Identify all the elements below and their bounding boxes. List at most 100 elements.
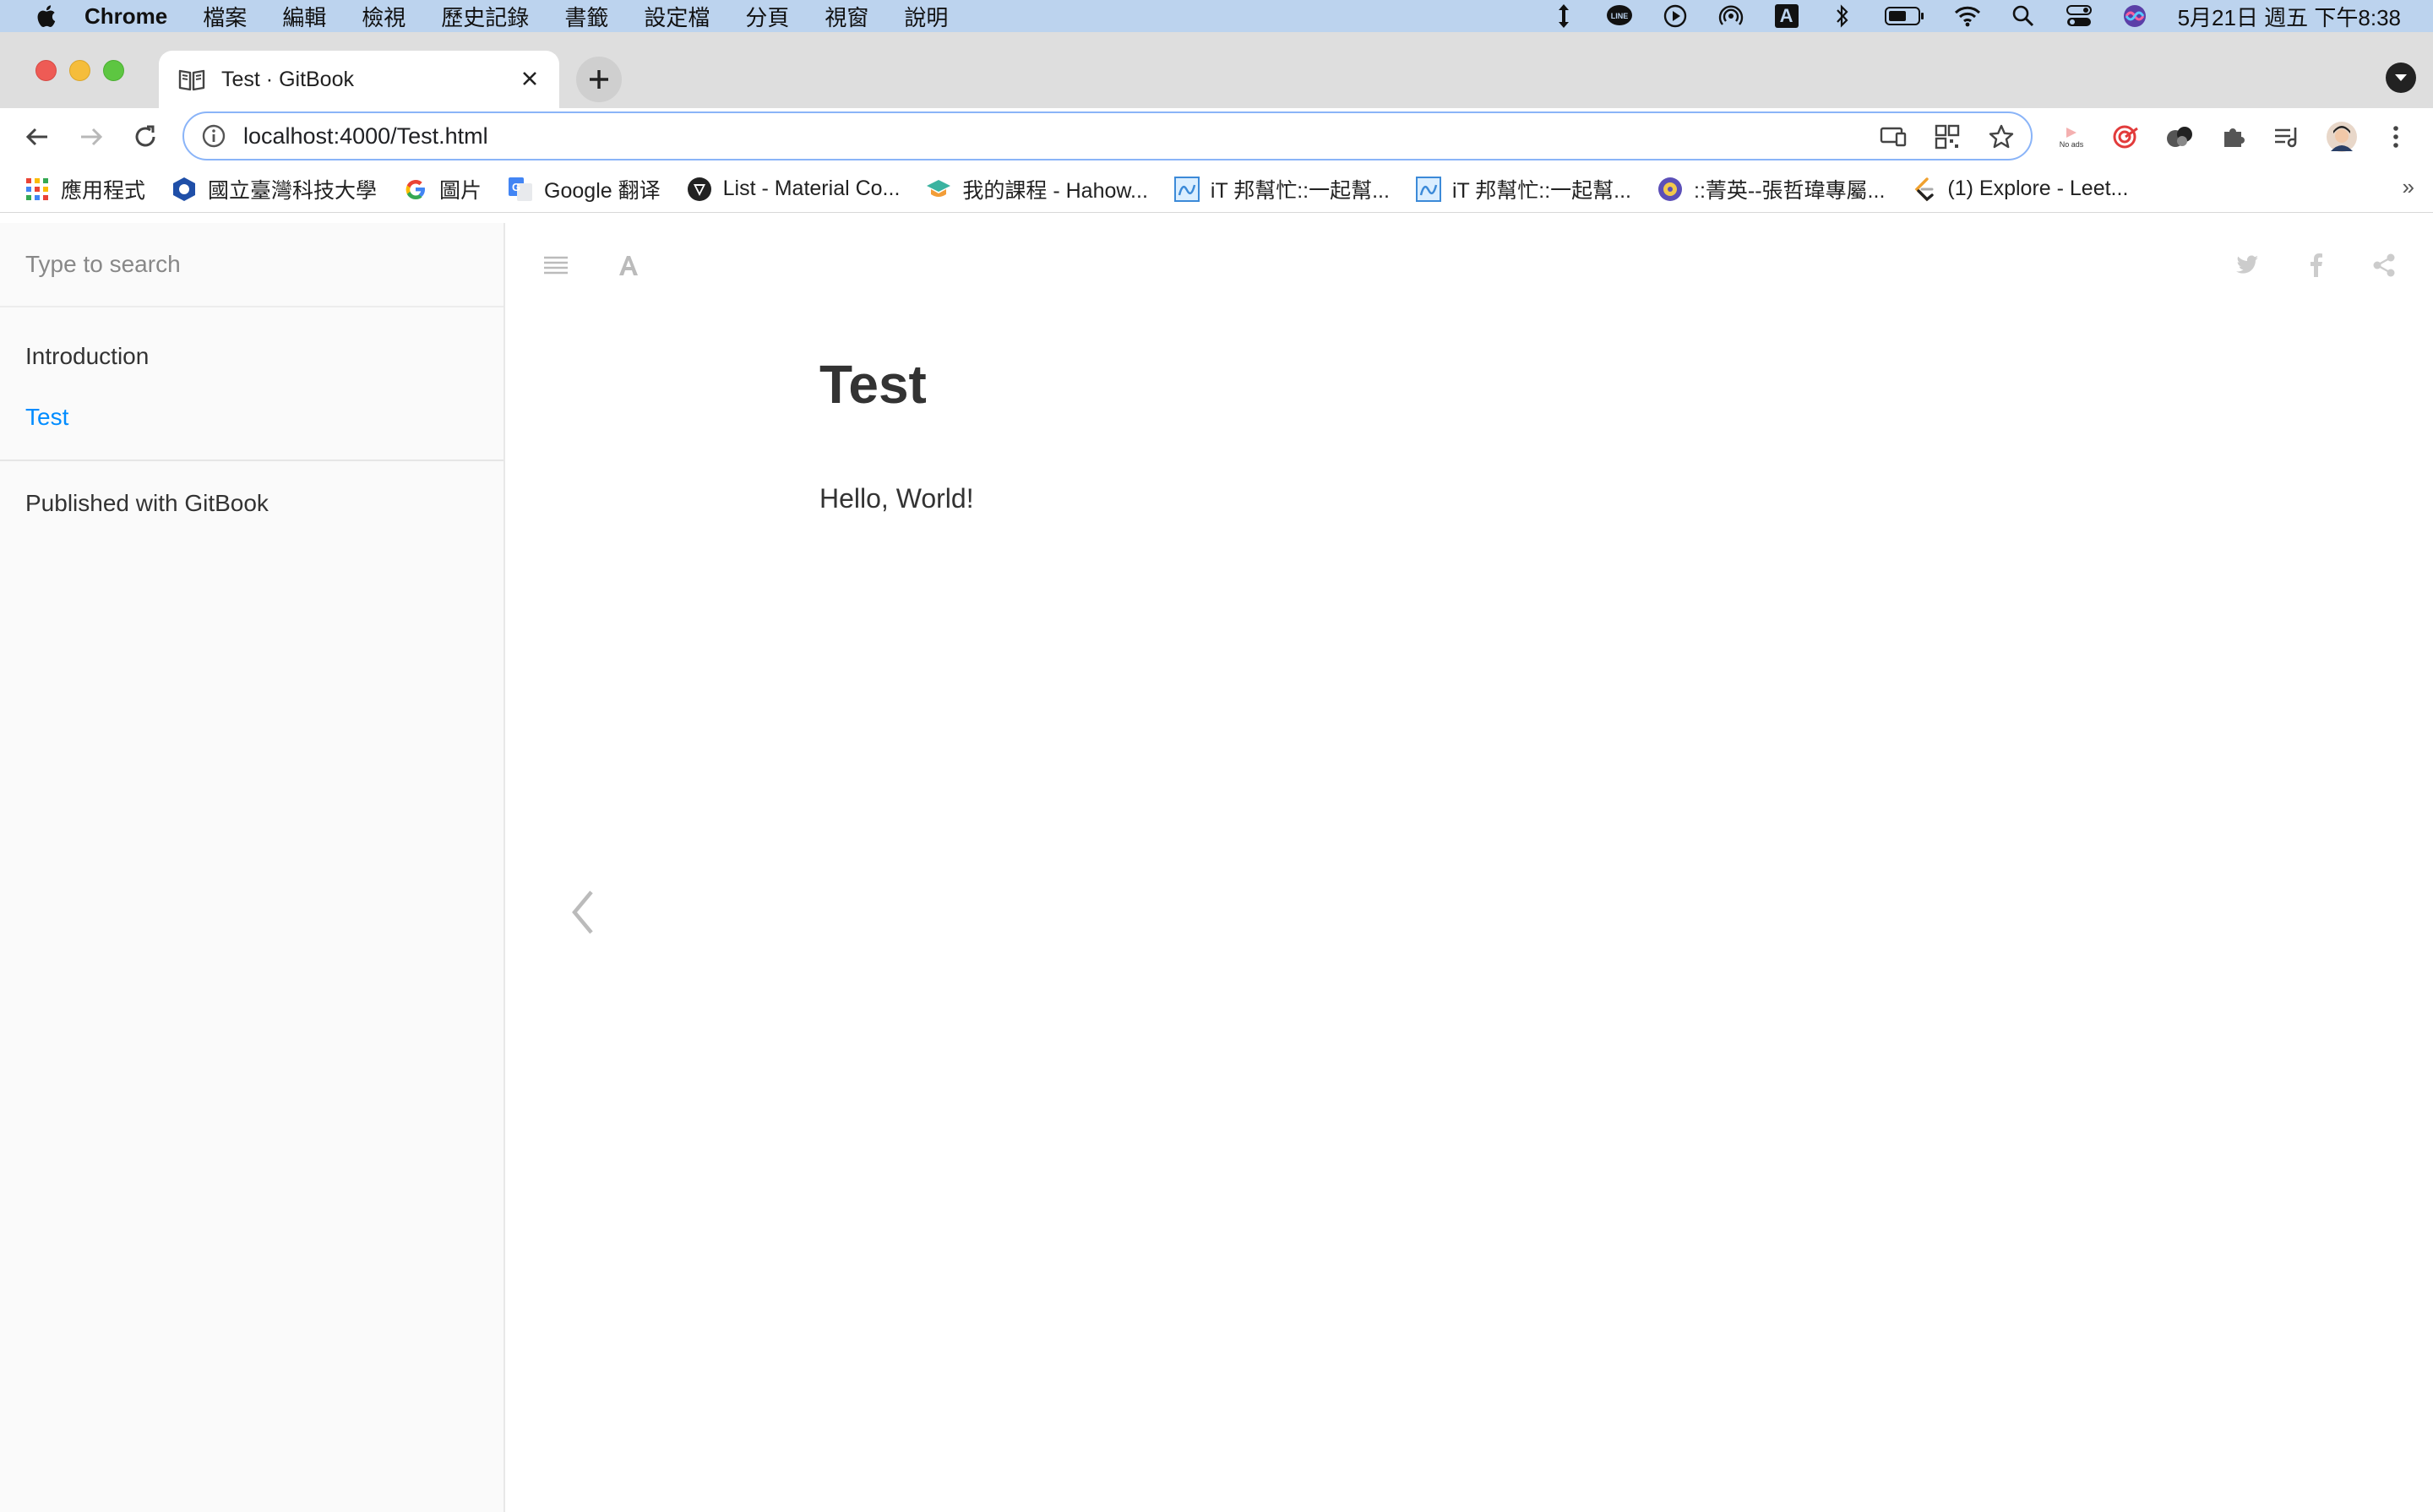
apple-logo-icon[interactable] — [35, 3, 59, 29]
back-button[interactable] — [20, 120, 54, 154]
window-minimize-button[interactable] — [69, 60, 90, 81]
menu-window[interactable]: 視窗 — [825, 1, 868, 32]
tab-strip: Test · GitBook — [0, 32, 2433, 108]
extension-circles-button[interactable] — [2163, 120, 2196, 154]
extensions-menu-button[interactable] — [2217, 120, 2251, 154]
window-zoom-button[interactable] — [103, 60, 124, 81]
share-icon — [2373, 253, 2395, 277]
leetcode-icon — [1910, 176, 1937, 203]
bookmark-google-translate[interactable]: G Google 翻译 — [507, 174, 661, 204]
share-facebook-button[interactable] — [2301, 250, 2332, 280]
elite-icon — [1657, 176, 1684, 203]
arrows-icon[interactable] — [1549, 3, 1578, 29]
spotlight-icon[interactable] — [2009, 3, 2038, 29]
bookmarks-overflow-button[interactable]: » — [2403, 174, 2414, 200]
toggle-sidebar-button[interactable] — [541, 250, 571, 280]
share-twitter-button[interactable] — [2232, 250, 2262, 280]
chrome-menu-button[interactable] — [2379, 120, 2413, 154]
line-icon[interactable]: LINE — [1605, 3, 1634, 29]
profile-avatar-button[interactable] — [2325, 120, 2359, 154]
bookmark-ithome-2[interactable]: iT 邦幫忙::一起幫... — [1415, 174, 1631, 204]
book-summary: Introduction Test — [0, 307, 503, 461]
bookmark-google-images[interactable]: 圖片 — [402, 174, 482, 204]
extension-noads-button[interactable]: No ads — [2055, 120, 2088, 154]
book-sidebar: Introduction Test Published with GitBook — [0, 223, 505, 1512]
hahow-icon — [925, 176, 952, 203]
forward-button[interactable] — [74, 120, 108, 154]
menu-profiles[interactable]: 設定檔 — [644, 1, 710, 32]
airdrop-icon[interactable] — [1717, 3, 1745, 29]
battery-icon[interactable] — [1884, 3, 1926, 29]
menu-history[interactable]: 歷史記錄 — [441, 1, 529, 32]
book-header — [507, 223, 2433, 307]
google-translate-icon: G — [507, 176, 534, 203]
site-info-icon[interactable] — [201, 123, 226, 149]
svg-text:LINE: LINE — [1610, 12, 1628, 20]
wifi-icon[interactable] — [1953, 3, 1982, 29]
bookmark-elite[interactable]: ::菁英--張哲瑋專屬... — [1657, 174, 1885, 204]
address-bar-actions — [1853, 123, 2016, 150]
twitter-icon — [2236, 255, 2258, 274]
noads-label: No ads — [2059, 140, 2084, 149]
bookmark-star-icon[interactable] — [1987, 123, 2016, 150]
bookmark-label: 我的課程 - Hahow... — [962, 178, 1148, 203]
tab-close-icon[interactable] — [517, 66, 542, 91]
bookmark-ithome-1[interactable]: iT 邦幫忙::一起幫... — [1173, 174, 1390, 204]
menu-view[interactable]: 檢視 — [362, 1, 406, 32]
bookmark-apps[interactable]: 應用程式 — [24, 174, 145, 204]
font-settings-button[interactable] — [613, 250, 644, 280]
menu-clock[interactable]: 5月21日 週五 下午8:38 — [2178, 1, 2401, 32]
tab-search-button[interactable] — [2386, 63, 2416, 93]
reload-button[interactable] — [128, 120, 162, 154]
arrow-right-icon — [81, 128, 103, 146]
menu-edit[interactable]: 編輯 — [282, 1, 326, 32]
bookmark-label: iT 邦幫忙::一起幫... — [1451, 178, 1632, 203]
plus-icon — [590, 70, 608, 89]
url-text[interactable]: localhost:4000/Test.html — [243, 123, 488, 150]
bookmarks-bar: 應用程式 國立臺灣科技大學 圖片 G Google 翻译 List - Mate… — [0, 166, 2433, 213]
menu-status-area: LINE A 5月21日 週五 下午8:38 — [1522, 0, 2401, 32]
bookmark-ntust[interactable]: 國立臺灣科技大學 — [171, 174, 377, 204]
bookmark-material[interactable]: List - Material Co... — [686, 176, 900, 203]
menu-tab[interactable]: 分頁 — [745, 1, 789, 32]
menu-bookmarks[interactable]: 書籤 — [564, 1, 608, 32]
play-icon[interactable] — [1661, 3, 1690, 29]
input-method-icon[interactable]: A — [1772, 3, 1801, 29]
extension-target-button[interactable] — [2109, 120, 2142, 154]
facebook-icon — [2311, 253, 2322, 277]
address-bar[interactable]: localhost:4000/Test.html — [182, 111, 2033, 160]
chevron-left-icon — [572, 890, 593, 934]
google-icon — [402, 176, 429, 203]
reading-list-icon — [2275, 128, 2297, 148]
noads-icon — [2066, 128, 2076, 138]
published-with-gitbook-link[interactable]: Published with GitBook — [0, 473, 503, 534]
control-center-icon[interactable] — [2065, 3, 2093, 29]
page-title: Test — [819, 354, 927, 415]
bookmark-label: 應用程式 — [61, 178, 146, 203]
summary-item-test[interactable]: Test — [0, 387, 503, 448]
previous-page-button[interactable] — [558, 878, 608, 946]
window-close-button[interactable] — [35, 60, 57, 81]
font-a-icon — [619, 256, 638, 275]
material-icon — [686, 176, 713, 203]
siri-icon[interactable] — [2120, 3, 2149, 29]
bluetooth-icon[interactable] — [1828, 3, 1857, 29]
bookmark-leetcode[interactable]: (1) Explore - Leet... — [1910, 176, 2128, 203]
tab-active[interactable]: Test · GitBook — [159, 51, 559, 108]
menu-help[interactable]: 說明 — [904, 1, 948, 32]
hamburger-icon — [544, 256, 568, 275]
puzzle-icon — [2224, 128, 2245, 147]
menu-app-name[interactable]: Chrome — [84, 3, 167, 30]
page-body-text: Hello, World! — [819, 483, 974, 514]
cast-icon[interactable] — [1879, 123, 1908, 150]
new-tab-button[interactable] — [576, 57, 622, 102]
bookmark-hahow[interactable]: 我的課程 - Hahow... — [925, 174, 1148, 204]
menu-file[interactable]: 檔案 — [203, 1, 247, 32]
qr-code-icon[interactable] — [1933, 123, 1962, 150]
bookmark-label: 圖片 — [439, 178, 482, 203]
search-input[interactable] — [24, 250, 466, 279]
share-button[interactable] — [2369, 250, 2399, 280]
bookmark-label: iT 邦幫忙::一起幫... — [1210, 178, 1390, 203]
summary-item-introduction[interactable]: Introduction — [0, 326, 503, 387]
reading-list-button[interactable] — [2271, 120, 2305, 154]
